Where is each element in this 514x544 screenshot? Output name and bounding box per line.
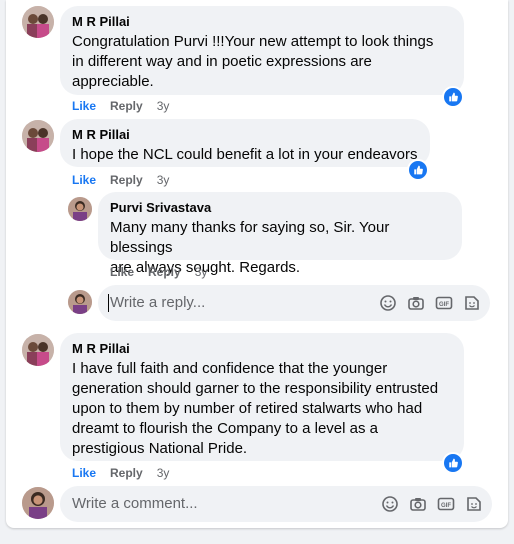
comment-actions: Like Reply 3y — [72, 465, 169, 481]
reply-bubble: Purvi Srivastava Many many thanks for sa… — [98, 192, 462, 276]
comment-text-line: upon to them by number of retired stalwa… — [72, 400, 423, 417]
current-user-avatar[interactable] — [68, 290, 92, 314]
timestamp[interactable]: 3y — [157, 98, 170, 114]
comment-bubble: M R Pillai I hope the NCL could benefit … — [60, 119, 430, 167]
comment-text-line: dreamt to flourish the Company to a leve… — [72, 420, 378, 437]
like-button[interactable]: Like — [72, 172, 96, 188]
comment-text-line: I hope the NCL could benefit a lot in yo… — [72, 146, 418, 163]
like-reaction-icon[interactable] — [407, 159, 429, 181]
reply-input-placeholder: Write a reply... — [110, 294, 206, 311]
avatar-purvi-srivastava[interactable] — [68, 197, 92, 221]
like-reaction-icon[interactable] — [442, 86, 464, 108]
reply-button[interactable]: Reply — [110, 98, 143, 114]
reply-button[interactable]: Reply — [110, 172, 143, 188]
comment-author[interactable]: M R Pillai — [72, 127, 418, 143]
svg-text:GIF: GIF — [441, 503, 451, 509]
like-button[interactable]: Like — [110, 264, 134, 280]
timestamp[interactable]: 3y — [195, 264, 208, 280]
like-button[interactable]: Like — [72, 98, 96, 114]
comment-text-line: generation should garner to the responsi… — [72, 380, 439, 397]
camera-icon[interactable] — [406, 293, 426, 313]
comment-text: Congratulation Purvi !!!Your new attempt… — [72, 32, 452, 92]
comment-text-line: Congratulation Purvi !!!Your new attempt… — [72, 33, 434, 50]
comment-actions: Like Reply 3y — [72, 172, 169, 188]
sticker-icon[interactable] — [462, 293, 482, 313]
avatar-m-r-pillai[interactable] — [22, 334, 54, 366]
comment-input-tools: GIF — [380, 494, 484, 514]
comment-input[interactable]: Write a comment... GIF — [60, 486, 492, 522]
reply-input[interactable]: Write a reply... GIF — [98, 285, 490, 321]
timestamp[interactable]: 3y — [157, 172, 170, 188]
avatar-m-r-pillai[interactable] — [22, 120, 54, 152]
comment-text: I have full faith and confidence that th… — [72, 359, 452, 459]
emoji-icon[interactable] — [378, 293, 398, 313]
reply-button[interactable]: Reply — [110, 465, 143, 481]
gif-icon[interactable]: GIF — [436, 494, 456, 514]
timestamp[interactable]: 3y — [157, 465, 170, 481]
reply-actions: Like Reply 3y — [110, 264, 207, 280]
comment-text: I hope the NCL could benefit a lot in yo… — [72, 145, 418, 165]
reply-button[interactable]: Reply — [148, 264, 181, 280]
reply-author[interactable]: Purvi Srivastava — [110, 200, 450, 216]
comment-text-line: in different way and in poetic expressio… — [72, 53, 372, 70]
like-reaction-icon[interactable] — [442, 452, 464, 474]
avatar-m-r-pillai[interactable] — [22, 6, 54, 38]
text-caret — [108, 294, 109, 312]
comment-actions: Like Reply 3y — [72, 98, 169, 114]
comment-author[interactable]: M R Pillai — [72, 341, 452, 357]
current-user-avatar[interactable] — [22, 487, 54, 519]
like-button[interactable]: Like — [72, 465, 96, 481]
comment-author[interactable]: M R Pillai — [72, 14, 452, 30]
comment-bubble: M R Pillai Congratulation Purvi !!!Your … — [60, 6, 464, 95]
sticker-icon[interactable] — [464, 494, 484, 514]
svg-text:GIF: GIF — [439, 302, 449, 308]
comment-text-line: appreciable. — [72, 73, 154, 90]
emoji-icon[interactable] — [380, 494, 400, 514]
comments-panel: M R Pillai Congratulation Purvi !!!Your … — [6, 0, 508, 528]
comment-text-line: prestigious National Pride. — [72, 440, 248, 457]
gif-icon[interactable]: GIF — [434, 293, 454, 313]
comment-input-placeholder: Write a comment... — [72, 495, 198, 512]
comment-bubble: M R Pillai I have full faith and confide… — [60, 333, 464, 461]
camera-icon[interactable] — [408, 494, 428, 514]
reply-text-line: Many many thanks for saying so, Sir. You… — [110, 219, 390, 256]
reply-input-tools: GIF — [378, 293, 482, 313]
comment-text-line: I have full faith and confidence that th… — [72, 360, 388, 377]
